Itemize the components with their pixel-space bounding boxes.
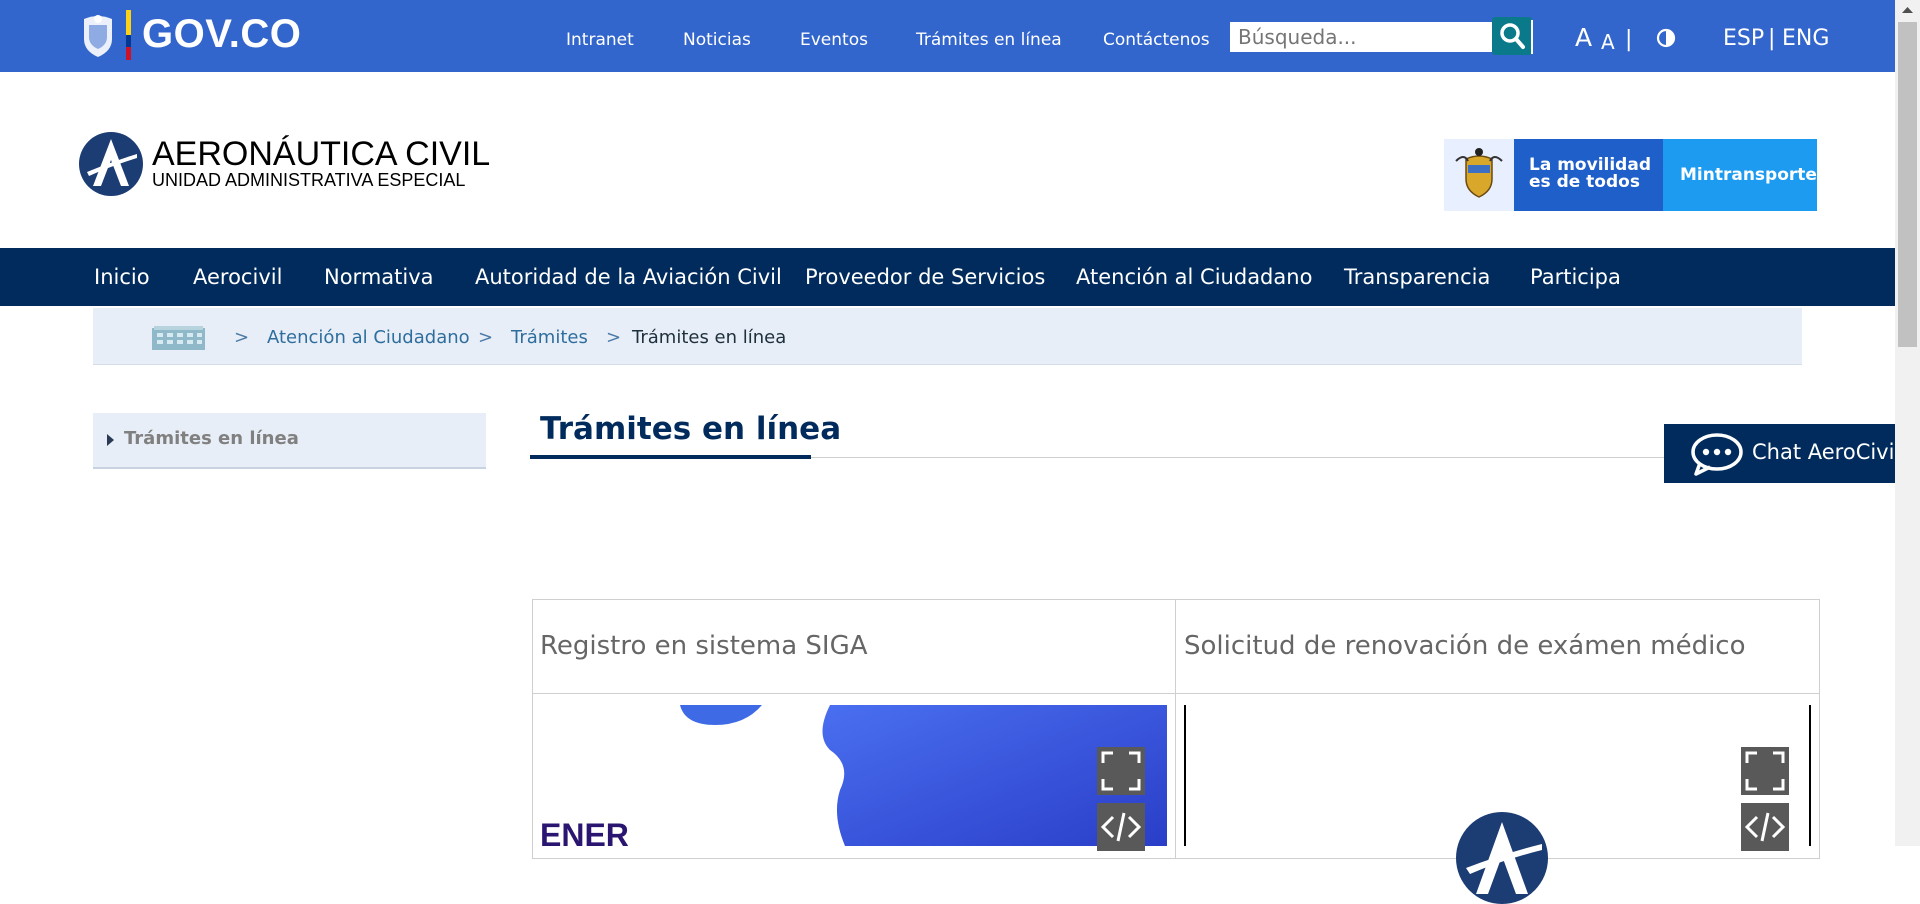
nav-proveedor[interactable]: Proveedor de Servicios [805, 248, 1045, 306]
breadcrumb-separator: > [478, 327, 494, 348]
fullscreen-icon [1101, 751, 1141, 791]
embed-code-button[interactable] [1097, 803, 1145, 851]
home-building-icon[interactable] [152, 326, 205, 350]
table-header-siga[interactable]: Registro en sistema SIGA [540, 628, 868, 664]
breadcrumb-atencion[interactable]: Atención al Ciudadano [267, 326, 470, 350]
caret-right-icon [107, 434, 114, 446]
nav-transparencia[interactable]: Transparencia [1344, 248, 1490, 306]
nav-autoridad[interactable]: Autoridad de la Aviación Civil [475, 248, 782, 306]
banner-emblem-area [1444, 139, 1514, 211]
search-input[interactable] [1230, 22, 1492, 52]
scroll-up-arrow-icon[interactable] [1895, 0, 1920, 20]
page-title: Trámites en línea [540, 411, 842, 447]
abstract-blob-graphic [680, 705, 1167, 846]
table-row-divider [532, 693, 1820, 694]
aerocivil-logo-icon [1456, 812, 1548, 904]
breadcrumb-separator: > [234, 327, 250, 348]
aerocivil-logo-icon[interactable] [79, 132, 143, 196]
chat-bubble-icon[interactable] [1690, 432, 1744, 476]
search-separator [1531, 20, 1533, 54]
chat-label[interactable]: Chat AeroCivil [1752, 437, 1900, 467]
breadcrumb-current: Trámites en línea [632, 327, 787, 348]
fullscreen-icon [1745, 751, 1785, 791]
top-link-intranet[interactable]: Intranet [566, 26, 634, 54]
nav-participa[interactable]: Participa [1530, 248, 1621, 306]
mintransporte-banner[interactable]: La movilidad es de todos Mintransporte [1444, 139, 1817, 211]
contrast-icon[interactable] [1656, 28, 1676, 48]
lang-separator: | [1768, 26, 1776, 51]
scrollbar-thumb[interactable] [1898, 22, 1917, 347]
table-header-examen-medico[interactable]: Solicitud de renovación de exámen médico [1184, 628, 1746, 664]
breadcrumb-tramites[interactable]: Trámites [511, 326, 588, 350]
breadcrumb-separator: > [606, 327, 622, 348]
search-button[interactable] [1492, 17, 1532, 55]
table-column-divider [1175, 599, 1176, 859]
siga-embed-text: ENER [540, 817, 629, 853]
nav-inicio[interactable]: Inicio [94, 248, 150, 306]
top-link-eventos[interactable]: Eventos [800, 26, 868, 54]
colombia-shield-icon[interactable] [78, 13, 118, 59]
code-icon [1744, 812, 1786, 842]
code-icon [1100, 812, 1142, 842]
lang-eng-link[interactable]: ENG [1782, 24, 1829, 54]
banner-slogan: La movilidad es de todos [1529, 155, 1651, 192]
fullscreen-button[interactable] [1741, 747, 1789, 795]
search-icon [1500, 23, 1525, 49]
lang-esp-link[interactable]: ESP [1723, 24, 1764, 54]
site-subtitle: UNIDAD ADMINISTRATIVA ESPECIAL [152, 170, 466, 190]
flag-stripe-icon [126, 10, 131, 60]
nav-atencion[interactable]: Atención al Ciudadano [1076, 248, 1312, 306]
font-increase-button[interactable]: A [1575, 23, 1592, 53]
font-decrease-button[interactable]: A [1601, 27, 1615, 57]
coat-of-arms-icon [1455, 148, 1503, 198]
embed-code-button[interactable] [1741, 803, 1789, 851]
banner-brand: Mintransporte [1680, 165, 1817, 185]
top-link-noticias[interactable]: Noticias [683, 26, 751, 54]
site-title: AERONÁUTICA CIVIL [152, 135, 491, 173]
gov-co-brand[interactable]: GOV.CO [142, 11, 301, 57]
nav-aerocivil[interactable]: Aerocivil [193, 248, 282, 306]
sidebar-item-tramites[interactable]: Trámites en línea [124, 427, 299, 451]
title-underline [530, 455, 811, 459]
siga-embed-preview[interactable] [540, 705, 1167, 846]
fullscreen-button[interactable] [1097, 747, 1145, 795]
top-link-tramites[interactable]: Trámites en línea [916, 26, 1062, 54]
nav-normativa[interactable]: Normativa [324, 248, 434, 306]
top-link-contactenos[interactable]: Contáctenos [1103, 26, 1210, 54]
a11y-separator: | [1625, 27, 1633, 52]
